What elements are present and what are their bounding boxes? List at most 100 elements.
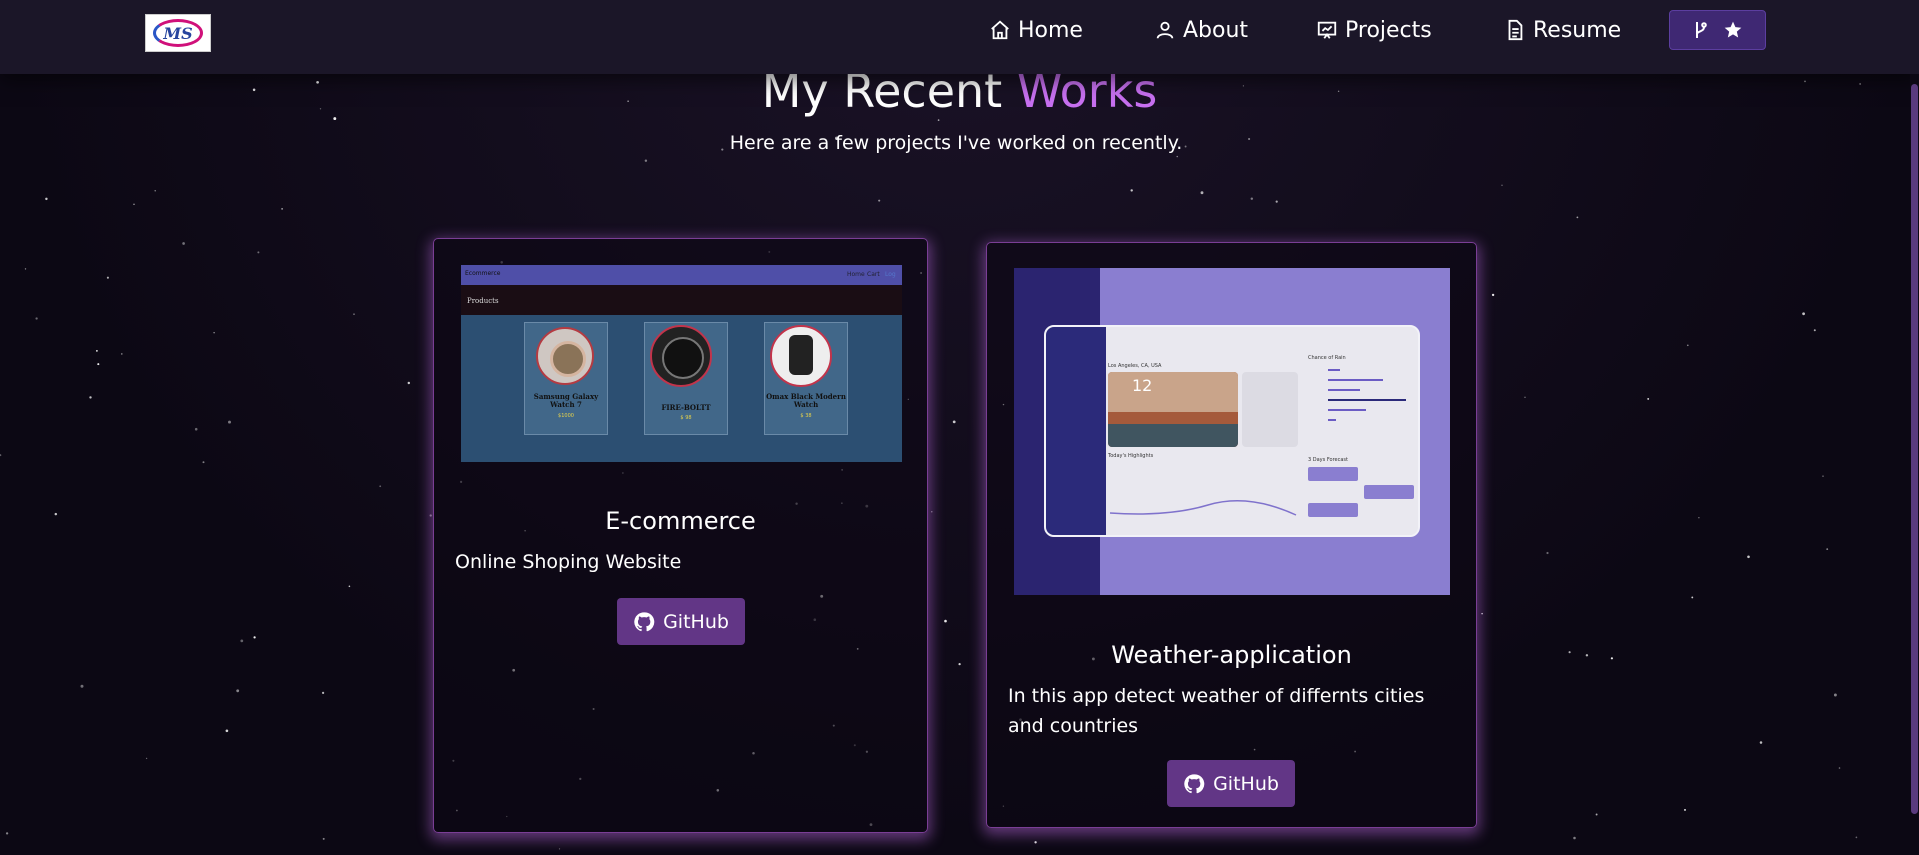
star (145, 757, 148, 760)
project-preview-weather[interactable]: Los Angeles, CA, USA 12 Chance of Rain T… (1014, 268, 1450, 595)
github-icon (1184, 773, 1205, 793)
github-button-label: GitHub (1213, 772, 1279, 795)
product-price: $ 38 (800, 413, 812, 419)
star-icon (1724, 21, 1741, 38)
star (133, 203, 135, 205)
star (202, 461, 205, 464)
product-card: Samsung Galaxy Watch 7 $1000 (524, 322, 608, 435)
product-name: FIRE-BOLTT (661, 403, 711, 412)
star (379, 485, 382, 488)
star (1822, 475, 1824, 477)
product-name: Omax Black Modern Watch (766, 392, 846, 409)
star (1610, 657, 1614, 660)
project-title: Weather-application (1111, 641, 1352, 669)
star (89, 396, 92, 399)
star (1691, 596, 1694, 599)
star (1200, 191, 1204, 195)
star (97, 363, 100, 366)
document-icon (1508, 19, 1523, 41)
star (1686, 344, 1689, 347)
star (228, 420, 231, 424)
logo[interactable]: MS (145, 14, 211, 52)
star (321, 691, 325, 695)
preview-nav-home: Home (847, 271, 865, 278)
star (80, 684, 84, 688)
project-title: E-commerce (605, 507, 756, 535)
github-fork-star-button[interactable] (1669, 10, 1766, 50)
star (1855, 836, 1858, 839)
star (958, 662, 961, 666)
star (353, 313, 355, 315)
star (1813, 329, 1816, 332)
project-description: In this app detect weather of differnts … (1008, 685, 1425, 737)
user-icon (1156, 21, 1174, 39)
star (1684, 808, 1686, 811)
github-button[interactable]: GitHub (1167, 760, 1295, 807)
weather-rain-title: Chance of Rain (1308, 355, 1346, 361)
star (35, 317, 38, 320)
star (944, 619, 947, 623)
section-subheading: Here are a few projects I've worked on r… (729, 132, 1183, 154)
preview-brand: Ecommerce (465, 270, 501, 277)
star (1647, 397, 1650, 400)
star (236, 689, 240, 693)
scrollbar-thumb[interactable] (1911, 84, 1918, 814)
product-price: $ 98 (680, 415, 692, 421)
star (1838, 767, 1841, 769)
star (182, 242, 185, 245)
weather-chart-line (1109, 500, 1297, 516)
weather-forecast-title: 3 Days Forecast (1308, 457, 1348, 463)
scrollbar[interactable] (1910, 74, 1919, 855)
nav-home[interactable]: Home (989, 14, 1083, 46)
star (225, 729, 229, 733)
star (1585, 654, 1589, 657)
star (1698, 517, 1700, 519)
product-card: Omax Black Modern Watch $ 38 (764, 322, 848, 435)
preview-section-title: Products (467, 297, 499, 305)
starfield-background (0, 80, 1861, 850)
github-icon (634, 611, 655, 631)
star (1130, 189, 1133, 192)
star (253, 636, 256, 639)
star (1524, 396, 1526, 398)
star (1275, 200, 1278, 203)
star (937, 119, 940, 121)
project-preview-ecommerce[interactable]: Ecommerce Home Cart Log Products Samsung… (461, 265, 902, 462)
star (54, 512, 58, 516)
nav-projects[interactable]: Projects (1316, 14, 1432, 46)
star (1833, 693, 1837, 697)
star (348, 585, 351, 588)
star (194, 427, 198, 431)
nav-about[interactable]: About (1154, 14, 1248, 46)
git-fork-icon (1695, 22, 1707, 38)
star (1546, 551, 1549, 555)
product-card: FIRE-BOLTT $ 98 (644, 322, 728, 435)
star (1501, 184, 1503, 186)
star (1176, 155, 1178, 158)
star (558, 848, 561, 850)
nav-about-label: About (1183, 17, 1249, 43)
star (407, 381, 411, 385)
github-button[interactable]: GitHub (617, 598, 745, 645)
product-name: Samsung Galaxy Watch 7 (533, 392, 599, 409)
nav-resume[interactable]: Resume (1504, 14, 1621, 46)
weather-app-mock: Los Angeles, CA, USA 12 Chance of Rain T… (1044, 325, 1420, 537)
star (213, 332, 215, 334)
star (106, 276, 109, 279)
star (322, 837, 325, 840)
star (1481, 612, 1483, 615)
preview-nav-log: Log (885, 271, 896, 278)
star (1747, 555, 1750, 559)
star (1595, 813, 1598, 816)
star (1576, 216, 1579, 219)
star (281, 208, 283, 210)
star (1250, 197, 1254, 200)
project-card-weather: Los Angeles, CA, USA 12 Chance of Rain T… (986, 242, 1477, 828)
star (0, 454, 2, 457)
star (878, 199, 881, 202)
star (257, 251, 260, 254)
product-price: $1000 (558, 413, 574, 419)
projects-icon (1317, 21, 1337, 39)
nav-resume-label: Resume (1533, 17, 1622, 43)
weather-temp: 12 (1132, 376, 1153, 395)
